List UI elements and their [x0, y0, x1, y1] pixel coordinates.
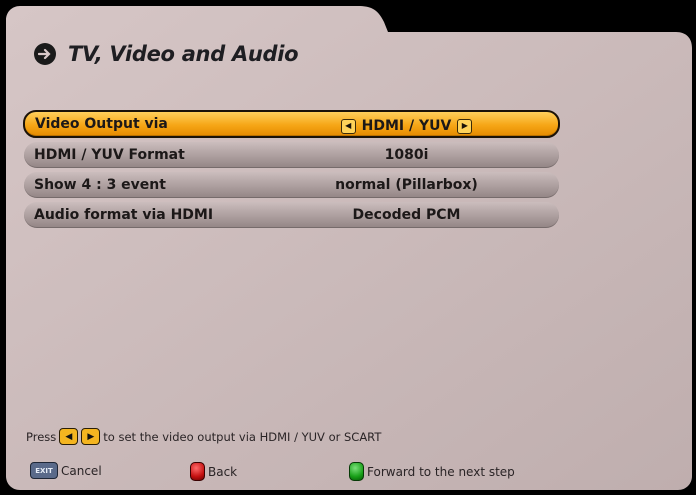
menu-panel — [6, 4, 692, 490]
settings-menu: Video Output via ◀ HDMI / YUV ▶ HDMI / Y… — [23, 110, 560, 232]
menu-item-show-4-3[interactable]: Show 4 : 3 event normal (Pillarbox) — [24, 172, 559, 198]
red-key-icon — [190, 462, 205, 481]
menu-item-label: HDMI / YUV Format — [34, 147, 185, 163]
back-label: Back — [208, 464, 238, 479]
forward-label: Forward to the next step — [367, 464, 515, 479]
arrow-right-icon — [34, 43, 56, 65]
help-text: Press ◀ ▶ to set the video output via HD… — [26, 428, 381, 445]
forward-button[interactable]: Forward to the next step — [349, 462, 515, 481]
exit-key-icon: EXIT — [30, 462, 58, 479]
help-prefix: Press — [26, 429, 57, 444]
cancel-button[interactable]: EXIT Cancel — [30, 462, 102, 479]
menu-item-video-output[interactable]: Video Output via ◀ HDMI / YUV ▶ — [23, 110, 560, 138]
help-suffix: to set the video output via HDMI / YUV o… — [103, 429, 382, 444]
menu-item-label: Show 4 : 3 event — [34, 177, 166, 193]
page-title: TV, Video and Audio — [68, 42, 299, 66]
menu-item-hdmi-format[interactable]: HDMI / YUV Format 1080i — [24, 142, 559, 168]
left-key-icon: ◀ — [59, 428, 79, 445]
page-header: TV, Video and Audio — [34, 40, 299, 68]
back-button[interactable]: Back — [190, 462, 237, 481]
green-key-icon — [349, 462, 364, 481]
right-arrow-icon[interactable]: ▶ — [457, 118, 473, 134]
menu-item-label: Audio format via HDMI — [34, 207, 214, 223]
menu-item-value: Decoded PCM — [352, 207, 461, 223]
panel-background — [6, 6, 692, 490]
menu-item-value: 1080i — [384, 147, 429, 163]
footer: EXIT Cancel Back Forward to the next ste… — [0, 462, 696, 484]
menu-item-value: normal (Pillarbox) — [335, 177, 478, 193]
menu-item-label: Video Output via — [35, 116, 168, 132]
right-key-icon: ▶ — [81, 428, 101, 445]
menu-item-value: HDMI / YUV — [361, 118, 452, 134]
cancel-label: Cancel — [61, 463, 102, 478]
menu-item-audio-format[interactable]: Audio format via HDMI Decoded PCM — [24, 202, 559, 228]
left-arrow-icon[interactable]: ◀ — [340, 118, 356, 134]
